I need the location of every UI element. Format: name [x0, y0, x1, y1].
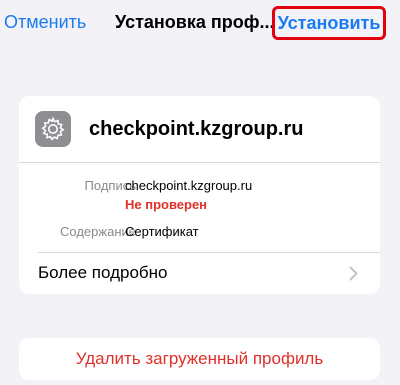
page-title: Установка проф...: [115, 12, 275, 32]
divider: [19, 162, 380, 163]
signature-value: checkpoint.kzgroup.ru: [125, 178, 253, 193]
profile-name: checkpoint.kzgroup.ru: [89, 118, 304, 140]
profile-header: checkpoint.kzgroup.ru: [19, 96, 380, 162]
more-details-label: Более подробно: [38, 263, 168, 282]
install-profile-screen: Отменить Установка проф... Установить ch…: [0, 0, 400, 385]
install-button[interactable]: Установить: [272, 6, 386, 40]
signature-label: Подпись: [84, 178, 136, 193]
delete-profile-button[interactable]: Удалить загруженный профиль: [19, 338, 380, 380]
more-details-row[interactable]: Более подробно: [19, 253, 380, 294]
contents-label: Содержание: [60, 224, 136, 239]
chevron-right-icon: [349, 266, 358, 281]
delete-profile-label: Удалить загруженный профиль: [75, 349, 324, 368]
gear-icon: [35, 111, 71, 147]
contents-value: Сертификат: [125, 224, 199, 239]
signature-status: Не проверен: [125, 197, 208, 212]
profile-card: checkpoint.kzgroup.ru Подпись checkpoint…: [19, 96, 380, 294]
cancel-button[interactable]: Отменить: [4, 12, 86, 33]
navigation-bar: Отменить Установка проф... Установить: [0, 0, 400, 48]
